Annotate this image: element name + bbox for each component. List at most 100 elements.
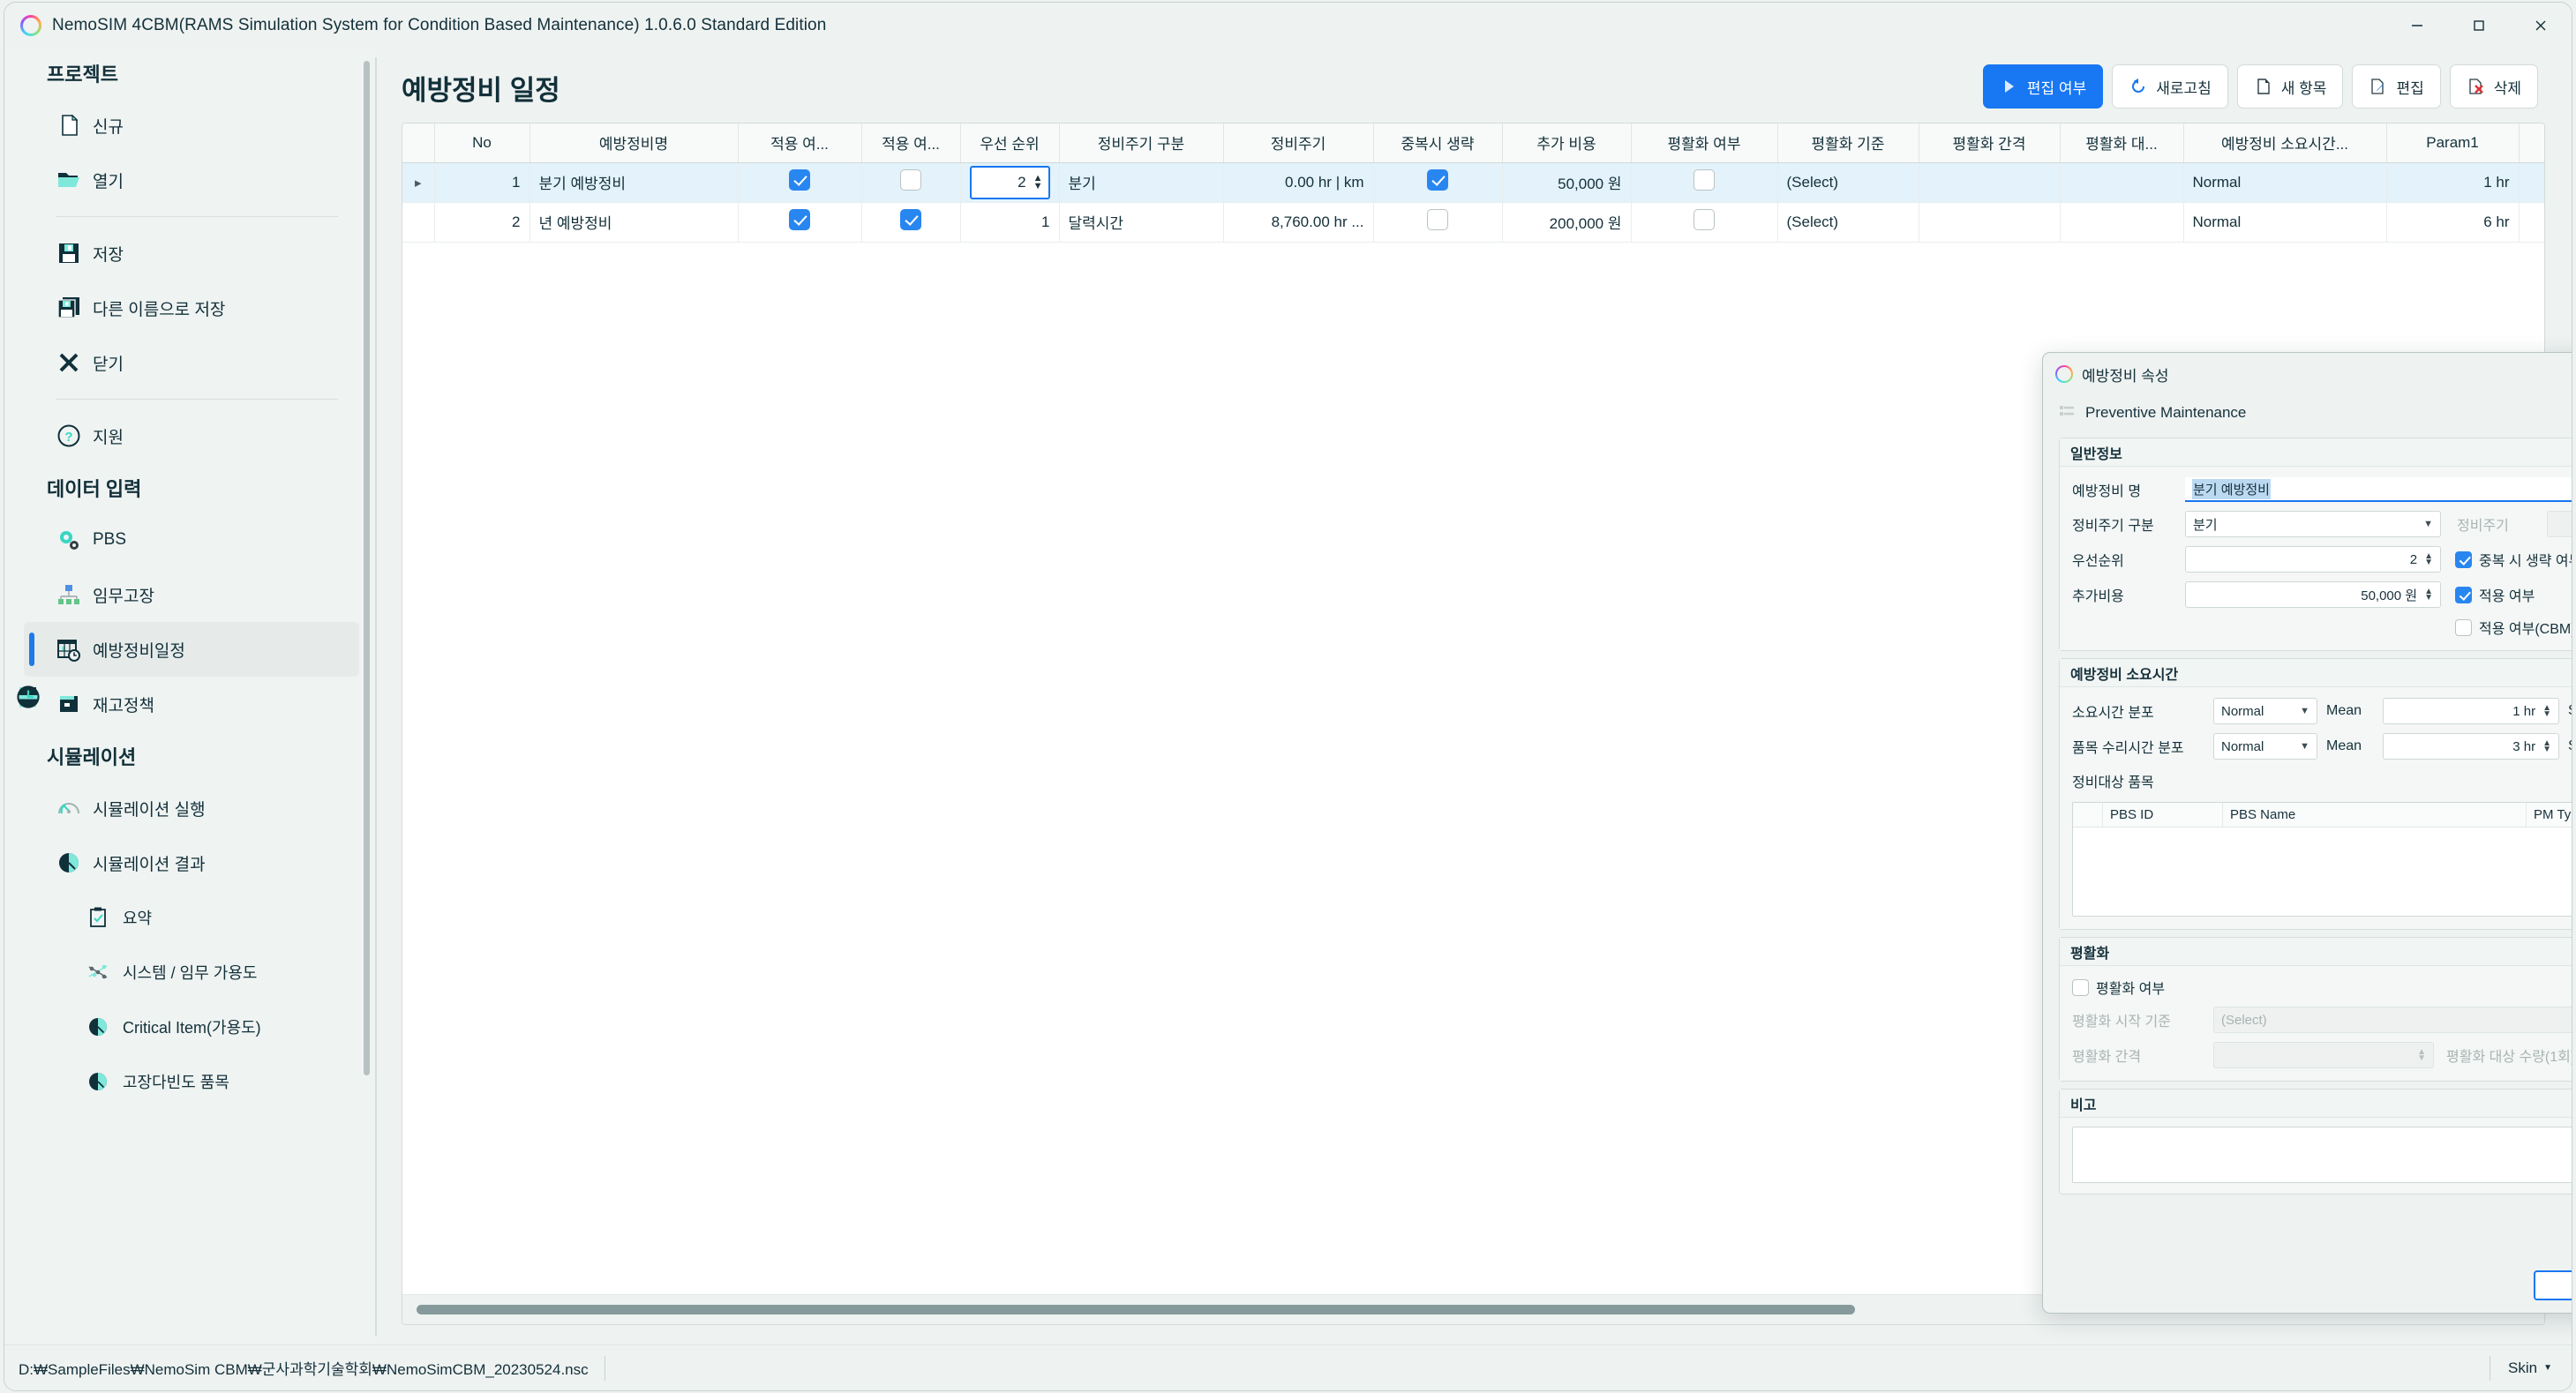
grid-header-name[interactable]: 예방정비명 — [529, 124, 739, 163]
duration-dist-select[interactable]: Normal ▼ — [2213, 698, 2317, 724]
cell-leveling-base[interactable]: (Select) — [1777, 202, 1919, 243]
spinner-arrows-icon[interactable]: ▲ ▼ — [2542, 704, 2551, 719]
cell-apply1[interactable] — [738, 202, 862, 243]
grid-header-leveling-base[interactable]: 평활화 기준 — [1777, 124, 1919, 163]
sidebar-item-critical-item-availability[interactable]: Critical Item(가용도) — [24, 1000, 359, 1054]
cell-name[interactable]: 분기 예방정비 — [529, 162, 739, 203]
checkbox-apply1[interactable] — [789, 169, 810, 191]
sidebar-item-preventive-maintenance-schedule[interactable]: 예방정비일정 — [24, 622, 359, 677]
spinner-arrows-icon[interactable]: ▲ ▼ — [2424, 588, 2433, 603]
sidebar-group-data-input[interactable]: 데이터 입력 — [4, 463, 375, 707]
edit-button[interactable]: 편집 — [2352, 64, 2441, 109]
remarks-textarea[interactable] — [2072, 1127, 2572, 1183]
sidebar-group-project[interactable]: 프로젝트 — [4, 49, 375, 707]
sidebar-item-run-simulation[interactable]: 시뮬레이션 실행 — [24, 781, 359, 835]
skin-selector[interactable]: Skin ▼ — [2490, 1355, 2572, 1381]
leveling-enable-checkbox-row[interactable]: 평활화 여부 — [2072, 977, 2165, 998]
cell-leveling-enabled[interactable] — [1631, 202, 1778, 243]
cell-duration-dist[interactable]: Normal — [2183, 162, 2387, 203]
skip-duplicate-checkbox-row[interactable]: 중복 시 생략 여부 — [2455, 549, 2572, 570]
cell-priority[interactable]: 1 — [960, 202, 1060, 243]
grid-header-cycle-type[interactable]: 정비주기 구분 — [1059, 124, 1224, 163]
repair-mean-input[interactable]: 3 hr ▲ ▼ — [2383, 733, 2559, 760]
spinner-arrows-icon[interactable]: ▲ ▼ — [2424, 552, 2433, 567]
cell-extra-cost[interactable]: 200,000 원 — [1502, 202, 1632, 243]
spinner-arrows-icon[interactable]: ▲ ▼ — [1033, 173, 1043, 191]
cell-param2[interactable]: 0.3 hr — [2519, 162, 2544, 203]
cell-duration-dist[interactable]: Normal — [2183, 202, 2387, 243]
grid-header-skip-duplicate[interactable]: 중복시 생략 — [1373, 124, 1503, 163]
grid-header-priority[interactable]: 우선 순위 — [960, 124, 1060, 163]
cell-leveling-target[interactable] — [2060, 162, 2184, 203]
pm-type-header[interactable]: PM Type — [2527, 803, 2572, 827]
delete-button[interactable]: 삭제 — [2449, 64, 2538, 109]
cell-param1[interactable]: 1 hr — [2386, 162, 2520, 203]
sidebar-item-save-as[interactable]: 다른 이름으로 저장 — [24, 281, 359, 335]
cycle-type-select[interactable]: 분기 ▼ — [2185, 511, 2441, 537]
grid-header-leveling-interval[interactable]: 평활화 간격 — [1919, 124, 2061, 163]
grid-scrollbar-thumb[interactable] — [417, 1305, 1855, 1314]
cell-apply1[interactable] — [738, 162, 862, 203]
grid-header-param1[interactable]: Param1 — [2386, 124, 2520, 163]
cell-leveling-base[interactable]: (Select) — [1777, 162, 1919, 203]
sidebar-item-open[interactable]: 열기 — [24, 153, 359, 207]
checkbox-skip-duplicate[interactable] — [1427, 169, 1448, 191]
checkbox-skip-duplicate[interactable] — [1427, 209, 1448, 230]
checkbox-apply2[interactable] — [900, 169, 921, 191]
cell-skip-duplicate[interactable] — [1373, 202, 1503, 243]
cell-leveling-interval[interactable] — [1919, 162, 2061, 203]
refresh-button[interactable]: 새로고침 — [2112, 64, 2228, 109]
grid-header-leveling-target[interactable]: 평활화 대... — [2060, 124, 2184, 163]
sidebar-item-mission-failure[interactable]: 임무고장 — [24, 567, 359, 622]
pbs-id-header[interactable]: PBS ID — [2103, 803, 2223, 827]
cell-param1[interactable]: 6 hr — [2386, 202, 2520, 243]
sidebar-group-simulation[interactable]: 시뮬레이션 — [4, 685, 375, 781]
grid-header-extra-cost[interactable]: 추가 비용 — [1502, 124, 1632, 163]
maximize-button[interactable] — [2448, 3, 2510, 49]
grid-header-apply1[interactable]: 적용 여... — [738, 124, 862, 163]
cell-extra-cost[interactable]: 50,000 원 — [1502, 162, 1632, 203]
grid-header-cycle[interactable]: 정비주기 — [1223, 124, 1374, 163]
sidebar-item-support[interactable]: ? 지원 — [24, 408, 359, 463]
duration-mean-input[interactable]: 1 hr ▲ ▼ — [2383, 698, 2559, 724]
spinner-arrows-icon[interactable]: ▲ ▼ — [2542, 739, 2551, 754]
close-button[interactable] — [2510, 3, 2572, 49]
apply-checkbox[interactable] — [2455, 586, 2472, 603]
target-items-table[interactable]: PBS ID PBS Name PM Type — [2072, 802, 2572, 917]
minimize-button[interactable] — [2386, 3, 2448, 49]
sidebar-item-simulation-results[interactable]: 시뮬레이션 결과 — [24, 835, 359, 890]
cell-name[interactable]: 년 예방정비 — [529, 202, 739, 243]
sidebar-item-new[interactable]: 신규 — [24, 98, 359, 153]
cell-apply2[interactable] — [861, 162, 961, 203]
cell-cycle[interactable]: 0.00 hr | km — [1223, 162, 1374, 203]
sidebar-item-frequent-failure-items[interactable]: 고장다빈도 품목 — [24, 1054, 359, 1109]
cell-apply2[interactable] — [861, 202, 961, 243]
table-row[interactable]: ▸ 1 분기 예방정비 2 ▲ ▼ 분기 0.00 hr | km 50,000… — [402, 162, 2544, 203]
apply-cbm-checkbox[interactable] — [2455, 618, 2472, 636]
ok-button[interactable]: Ok — [2534, 1270, 2572, 1300]
apply-cbm-checkbox-row[interactable]: 적용 여부(CBM) — [2455, 617, 2572, 638]
grid-header-no[interactable]: No — [434, 124, 530, 163]
cell-leveling-enabled[interactable] — [1631, 162, 1778, 203]
priority-spinner[interactable]: 2 ▲ ▼ — [969, 165, 1050, 199]
sidebar-item-system-mission-availability[interactable]: 시스템 / 임무 가용도 — [24, 945, 359, 1000]
grid-header-param2[interactable]: Param2 — [2519, 124, 2544, 163]
pbs-name-header[interactable]: PBS Name — [2223, 803, 2527, 827]
repair-dist-select[interactable]: Normal ▼ — [2213, 733, 2317, 760]
cell-cycle-type[interactable]: 달력시간 — [1059, 202, 1224, 243]
table-row[interactable]: 2 년 예방정비 1 달력시간 8,760.00 hr ... 200,000 … — [402, 202, 2544, 243]
sidebar-scrollbar[interactable] — [364, 61, 370, 1075]
pm-name-input[interactable]: 분기 예방정비 — [2185, 477, 2572, 502]
sidebar-item-close[interactable]: 닫기 — [24, 335, 359, 390]
grid-header-apply2[interactable]: 적용 여... — [861, 124, 961, 163]
sidebar-item-pbs[interactable]: PBS — [24, 513, 359, 567]
cell-leveling-target[interactable] — [2060, 202, 2184, 243]
extra-cost-input[interactable]: 50,000 원 ▲ ▼ — [2185, 581, 2441, 608]
sidebar-item-inventory-policy[interactable]: 재고정책 — [24, 677, 359, 731]
checkbox-apply2[interactable] — [900, 209, 921, 230]
checkbox-leveling[interactable] — [1694, 209, 1715, 230]
edit-mode-toggle-button[interactable]: 편집 여부 — [1982, 64, 2104, 109]
checkbox-leveling[interactable] — [1694, 169, 1715, 191]
sidebar-item-save[interactable]: 저장 — [24, 226, 359, 281]
skip-duplicate-checkbox[interactable] — [2455, 550, 2472, 568]
